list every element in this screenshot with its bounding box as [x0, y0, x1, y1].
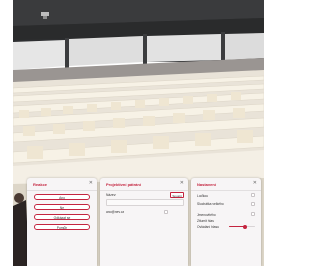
setting-checkbox-1[interactable]: [251, 193, 255, 197]
setting-checkbox-3[interactable]: [251, 212, 255, 216]
user-row: ano@nev.cz: [106, 210, 184, 216]
volume-slider-knob[interactable]: [242, 224, 247, 229]
divider: [191, 190, 261, 191]
name-label: Název:: [106, 193, 117, 197]
close-icon[interactable]: ✕: [253, 181, 257, 186]
setting-label-3: Jmenovitého: [197, 213, 216, 217]
volume-label: Ovládání hlasu: [197, 225, 219, 229]
setting-label-4: Ztlumit hlas: [197, 219, 214, 223]
reaction-yes-button[interactable]: Ano: [34, 194, 90, 200]
volume-slider[interactable]: [229, 224, 255, 229]
close-icon[interactable]: ✕: [180, 181, 184, 186]
setting-label-2: Sluchátka velkého: [197, 202, 224, 206]
reaction-refer-button[interactable]: Odkázat se: [34, 214, 90, 220]
reactions-panel: Reakce ✕ Ano Ne Odkázat se Pomůh: [27, 178, 97, 266]
start-button[interactable]: Spustit: [170, 192, 184, 198]
reaction-help-button[interactable]: Pomůh: [34, 224, 90, 230]
reaction-no-button[interactable]: Ne: [34, 204, 90, 210]
name-input[interactable]: [106, 199, 184, 206]
user-email: ano@nev.cz: [106, 210, 125, 214]
divider: [100, 190, 188, 191]
settings-title: Nastavení: [197, 182, 216, 187]
user-checkbox[interactable]: [164, 210, 168, 214]
setting-label-1: Loďkou: [197, 194, 209, 198]
lecture-panel: Projektivní pátrání ✕ Název: Spustit ano…: [100, 178, 188, 266]
lecture-title: Projektivní pátrání: [106, 182, 141, 187]
reactions-title: Reakce: [33, 182, 48, 187]
settings-panel: Nastavení ✕ Loďkou Sluchátka velkého Jme…: [191, 178, 261, 266]
close-icon[interactable]: ✕: [89, 181, 93, 186]
setting-checkbox-2[interactable]: [251, 202, 255, 206]
divider: [27, 190, 97, 191]
